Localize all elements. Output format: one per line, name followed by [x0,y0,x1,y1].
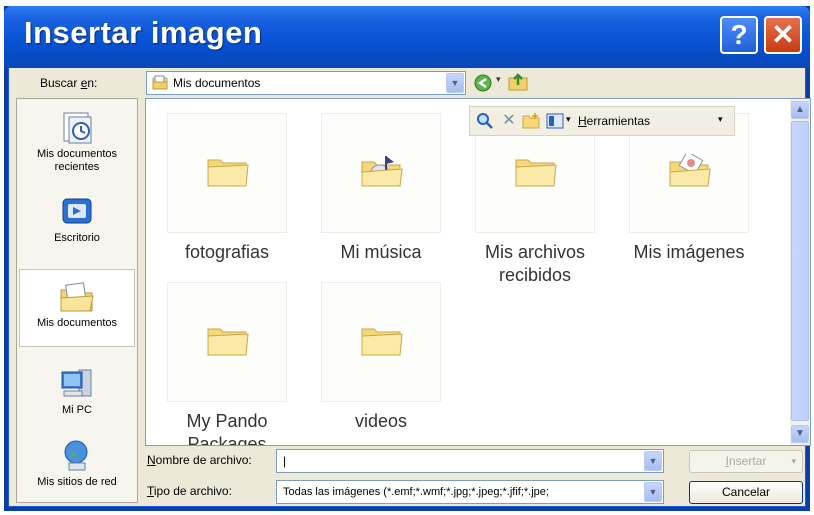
my-computer-icon [61,369,92,397]
views-dropdown-icon[interactable]: ▾ [566,114,571,125]
insert-image-dialog: Insertar imagen ? ✕ Buscar en: Mis docum… [4,6,811,511]
recent-documents-icon [63,112,92,144]
item-thumbnail [167,113,287,233]
chevron-down-icon[interactable]: ▼ [446,73,464,93]
help-button[interactable]: ? [720,16,758,54]
file-list[interactable]: fotografias Mi música Mis archivos recib… [145,98,811,446]
cancel-button[interactable]: Cancelar [689,481,803,504]
new-folder-icon[interactable] [522,112,540,130]
file-type-label: Tipo de archivo: [147,484,232,498]
file-name-label: Nombre de archivo: [147,453,252,467]
file-item-fotografias[interactable]: fotografias [152,113,302,264]
search-web-icon[interactable] [476,112,494,130]
look-in-value: Mis documentos [173,76,261,90]
back-icon[interactable] [473,73,495,93]
folder-icon [515,159,557,187]
file-type-select[interactable]: Todas las imágenes (*.emf;*.wmf;*.jpg;*.… [276,480,664,504]
scroll-up-icon[interactable]: ▲ [791,101,809,119]
look-in-label: Buscar en: [40,76,98,90]
file-item-videos[interactable]: videos [306,282,456,433]
insert-button[interactable]: Insertar ▾ [689,450,803,473]
folder-icon [361,328,403,356]
place-my-documents[interactable]: Mis documentos [19,269,135,347]
scroll-thumb[interactable] [791,121,809,421]
file-item-mi-musica[interactable]: Mi música [306,113,456,264]
chevron-down-icon[interactable]: ▼ [644,451,662,471]
my-documents-icon [60,282,94,312]
my-documents-small-icon [152,75,168,90]
place-network-places[interactable]: Mis sitios de red [19,439,135,489]
item-thumbnail [321,113,441,233]
music-folder-icon [361,156,403,187]
item-thumbnail [321,282,441,402]
look-in-combo[interactable]: Mis documentos ▼ [146,71,466,95]
file-item-my-pando-packages[interactable]: My Pando Packages [152,282,302,445]
title-bar[interactable]: Insertar imagen ? ✕ [4,6,810,68]
chevron-down-icon[interactable]: ▼ [644,482,662,502]
network-places-icon [64,440,88,471]
up-folder-icon[interactable] [508,72,530,92]
place-recent-documents[interactable]: Mis documentos recientes [19,111,135,174]
scroll-down-icon[interactable]: ▼ [791,425,809,443]
dialog-title: Insertar imagen [24,15,263,50]
tools-toolbar: ✕ ▾ Herramientas ▾ [469,106,735,136]
place-my-computer[interactable]: Mi PC [19,367,135,417]
place-desktop[interactable]: Escritorio [19,195,135,245]
folder-icon [207,159,249,187]
places-bar: Mis documentos recientes Escritorio Mis … [16,98,138,503]
views-icon[interactable] [546,112,564,130]
vertical-scrollbar[interactable]: ▲ ▼ [790,99,810,445]
back-dropdown-icon[interactable]: ▾ [496,74,501,85]
tools-menu[interactable]: Herramientas [578,114,650,128]
tools-dropdown-icon[interactable]: ▾ [718,114,723,125]
desktop-icon [62,198,92,224]
delete-icon[interactable]: ✕ [500,112,518,130]
pictures-folder-icon [669,154,711,187]
file-item-mis-archivos-recibidos[interactable]: Mis archivos recibidos [460,113,610,287]
close-button[interactable]: ✕ [764,16,802,54]
insert-dropdown-icon[interactable]: ▾ [791,451,796,472]
file-name-input[interactable]: | ▼ [276,449,664,473]
item-thumbnail [167,282,287,402]
folder-icon [207,328,249,356]
